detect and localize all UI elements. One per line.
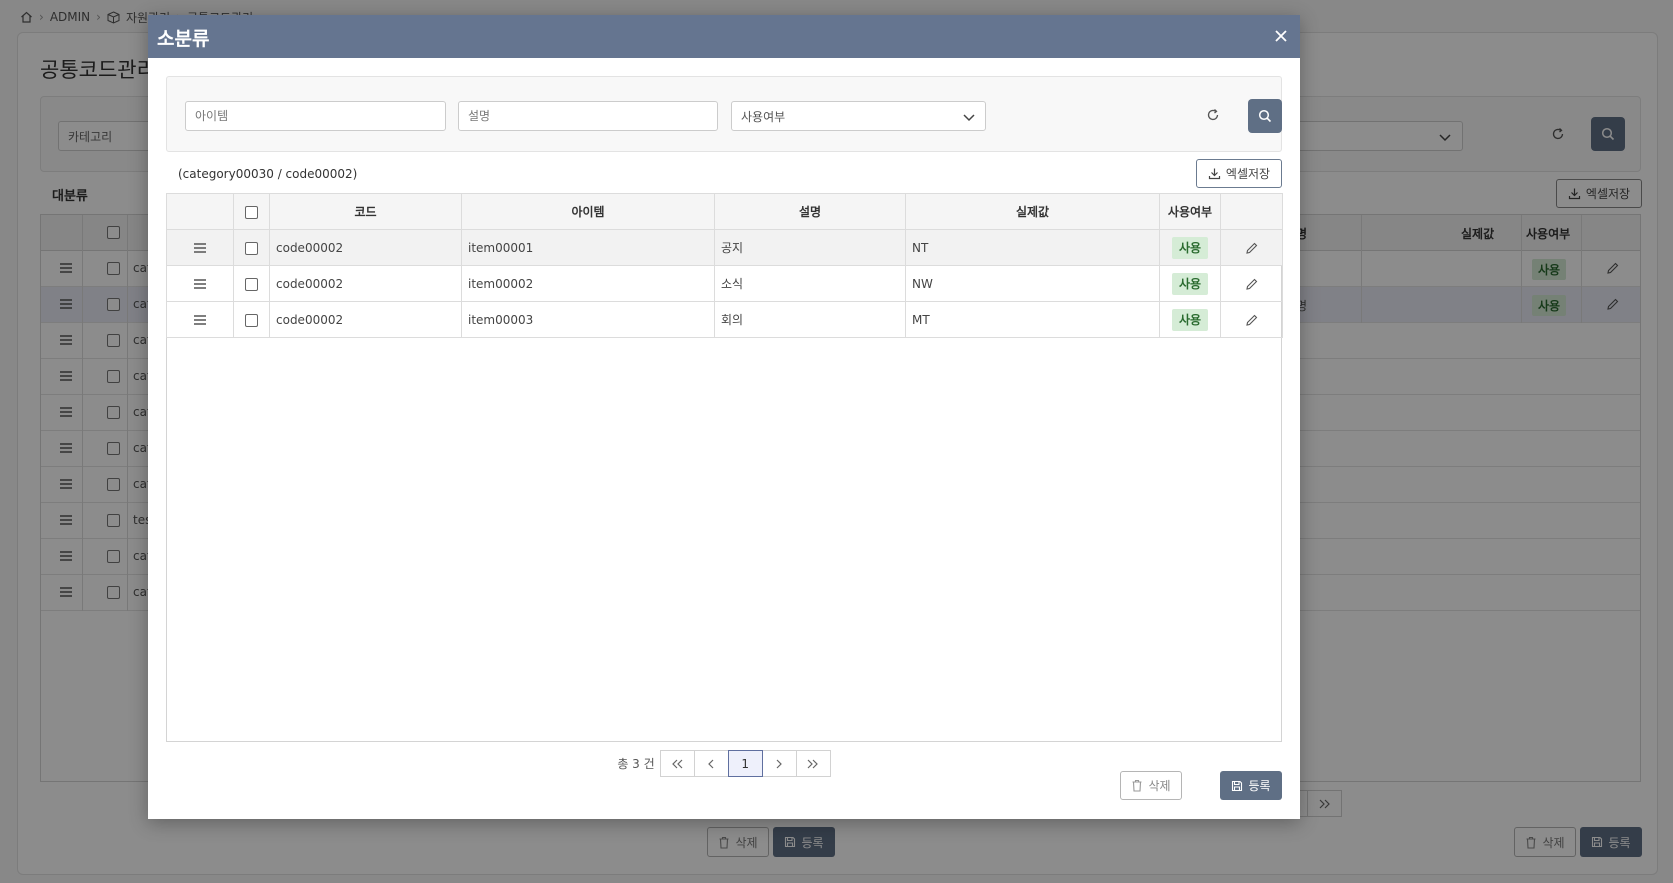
row-checkbox[interactable] — [245, 241, 258, 255]
edit-icon[interactable] — [1245, 313, 1259, 327]
excel-save-label: 엑셀저장 — [1225, 167, 1271, 181]
description-search-input[interactable] — [458, 101, 718, 131]
excel-save-button[interactable]: 엑셀저장 — [1196, 159, 1282, 188]
download-icon — [1208, 168, 1221, 180]
delete-button[interactable]: 삭제 — [1120, 771, 1182, 800]
cell-item: item00002 — [461, 265, 715, 302]
chevron-left-icon — [708, 759, 714, 768]
modal-header: 소분류 — [148, 15, 1300, 58]
subcategory-modal: 소분류 사용여부 (category00030 / code00002) 엑셀저… — [148, 15, 1300, 819]
chevron-down-icon — [963, 114, 975, 122]
header-description[interactable]: 설명 — [714, 193, 906, 230]
chevron-right-icon — [776, 759, 783, 768]
delete-label: 삭제 — [1148, 779, 1171, 793]
cell-description: 공지 — [714, 229, 906, 266]
last-page-button[interactable] — [795, 750, 831, 777]
prev-page-button[interactable] — [693, 750, 729, 777]
use-status-select[interactable]: 사용여부 — [731, 101, 986, 131]
header-value[interactable]: 실제값 — [905, 193, 1160, 230]
table-row[interactable]: code00002 item00003 회의 MT 사용 — [166, 301, 1283, 338]
row-checkbox[interactable] — [245, 277, 258, 291]
edit-icon[interactable] — [1245, 277, 1259, 291]
close-button[interactable] — [1270, 25, 1292, 47]
cell-value: NW — [905, 265, 1160, 302]
header-item[interactable]: 아이템 — [461, 193, 715, 230]
search-icon — [1258, 109, 1272, 123]
trash-icon — [1132, 779, 1142, 792]
save-icon — [1232, 780, 1243, 791]
cell-code: code00002 — [269, 301, 462, 338]
next-page-button[interactable] — [761, 750, 797, 777]
register-label: 등록 — [1248, 779, 1271, 793]
use-status-selected: 사용여부 — [741, 109, 786, 124]
status-badge: 사용 — [1172, 308, 1208, 331]
modal-title: 소분류 — [157, 28, 210, 50]
row-checkbox[interactable] — [245, 313, 258, 327]
category-path-label: (category00030 / code00002) — [178, 167, 358, 181]
header-code[interactable]: 코드 — [269, 193, 462, 230]
subcategory-table: 코드 아이템 설명 실제값 사용여부 code00002 item00001 공… — [166, 193, 1283, 338]
close-icon — [1275, 30, 1287, 42]
cell-item: item00001 — [461, 229, 715, 266]
first-page-button[interactable] — [659, 750, 695, 777]
edit-icon[interactable] — [1245, 241, 1259, 255]
refresh-icon[interactable] — [1206, 108, 1220, 122]
total-count: 총 3 건 — [617, 757, 655, 771]
item-search-input[interactable] — [185, 101, 446, 131]
double-chevron-right-icon — [807, 759, 819, 768]
table-row[interactable]: code00002 item00002 소식 NW 사용 — [166, 265, 1283, 302]
drag-handle-icon[interactable] — [193, 242, 207, 254]
table-row[interactable]: code00002 item00001 공지 NT 사용 — [166, 229, 1283, 266]
double-chevron-left-icon — [672, 759, 683, 768]
table-header-row: 코드 아이템 설명 실제값 사용여부 — [166, 193, 1283, 230]
search-panel: 사용여부 — [166, 76, 1282, 152]
register-button[interactable]: 등록 — [1220, 771, 1282, 800]
header-checkbox — [233, 193, 270, 230]
header-drag — [166, 193, 234, 230]
status-badge: 사용 — [1172, 272, 1208, 295]
drag-handle-icon[interactable] — [193, 278, 207, 290]
cell-item: item00003 — [461, 301, 715, 338]
cell-description: 소식 — [714, 265, 906, 302]
select-all-checkbox[interactable] — [245, 205, 258, 219]
search-button[interactable] — [1248, 99, 1282, 133]
status-badge: 사용 — [1172, 236, 1208, 259]
cell-description: 회의 — [714, 301, 906, 338]
cell-code: code00002 — [269, 265, 462, 302]
header-use[interactable]: 사용여부 — [1159, 193, 1221, 230]
subcategory-grid: 코드 아이템 설명 실제값 사용여부 code00002 item00001 공… — [166, 193, 1283, 742]
cell-value: NT — [905, 229, 1160, 266]
header-edit — [1220, 193, 1283, 230]
cell-value: MT — [905, 301, 1160, 338]
cell-code: code00002 — [269, 229, 462, 266]
drag-handle-icon[interactable] — [193, 314, 207, 326]
page-number-button[interactable]: 1 — [727, 750, 763, 777]
